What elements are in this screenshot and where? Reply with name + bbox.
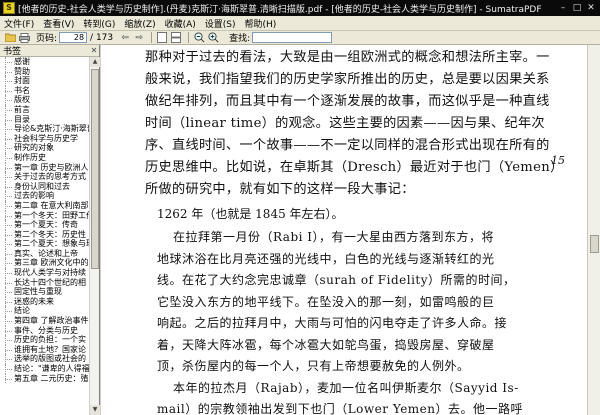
bookmark-item[interactable]: 第四章 了解政治事件 (0, 316, 90, 326)
scroll-down-icon[interactable]: ▼ (90, 405, 100, 415)
window-title: [他者的历史-社会人类学与历史制作].(丹麦)克斯汀·海斯翠普.清晰扫描版.pd… (18, 4, 542, 15)
bookmark-item[interactable]: 谁拥有土地？国家论 (0, 344, 90, 355)
menu-settings[interactable]: 设置(S) (205, 17, 236, 30)
menu-favorites[interactable]: 收藏(A) (165, 17, 196, 30)
bookmark-item[interactable]: 固定性与重现 (0, 287, 90, 297)
quoted-block: 1262 年（也就是 1845 年左右）。 在拉拜第一月份（Rabi I），有一… (157, 204, 547, 415)
sidebar-scroll-thumb[interactable] (91, 69, 99, 269)
document-scrollbar[interactable] (587, 45, 600, 415)
bookmark-item[interactable]: 制作历史 (0, 152, 90, 163)
quote-line: 本年的拉杰月（Rajab），麦加一位名叫伊斯麦尔（Sayyid Is- (173, 380, 519, 395)
bookmark-item[interactable]: 迷惑的未来 (0, 296, 90, 307)
sidebar-header: 书签 ✕ (0, 45, 99, 57)
menu-view[interactable]: 查看(V) (43, 17, 74, 30)
page-number-input[interactable] (59, 32, 88, 43)
document-page: 那种对于过去的看法，大致是由一组欧洲式的概念和想法所主宰。一 般来说，我们指望我… (101, 45, 587, 415)
text-line: 那种对于过去的看法，大致是由一组欧洲式的概念和想法所主宰。一 (145, 50, 550, 65)
quote-line: 顶，杀伤屋内的每一个人，只有上帝想要赦免的人例外。 (157, 359, 470, 373)
bookmark-item[interactable]: 第二个冬天：历史性 (0, 229, 90, 240)
bookmark-item[interactable]: 前言 (0, 104, 90, 115)
bookmark-tree: 感谢 赞助 封面 书名 版权 前言 目录 导论&克斯汀·海斯翠普 社会科学与历史… (0, 57, 90, 415)
menu-goto[interactable]: 转到(G) (83, 17, 115, 30)
continuous-icon[interactable] (170, 32, 182, 44)
quote-line: 响起。之后的拉拜月中，大雨与可怕的闪电夺走了许多人命。接 (157, 316, 508, 330)
bookmark-item[interactable]: 身份认同和过去 (0, 181, 90, 192)
zoom-in-icon[interactable] (207, 32, 219, 44)
body-paragraph: 那种对于过去的看法，大致是由一组欧洲式的概念和想法所主宰。一 般来说，我们指望我… (145, 47, 564, 201)
text-line: 历史思维中。比如说，在卓斯其（Dresch）最近对于也门（Yemen） (145, 160, 564, 175)
next-page-icon[interactable]: ⇨ (133, 32, 145, 44)
quote-date-heading: 1262 年（也就是 1845 年左右）。 (157, 207, 344, 221)
bookmark-item[interactable]: 长达十四个世纪的相 (0, 277, 90, 288)
bookmark-item[interactable]: 第二个夏天：想象与现实 (0, 239, 90, 249)
bookmark-item[interactable]: 第一个冬天：田野工作 (0, 210, 90, 221)
page-label: 页码: (36, 34, 58, 44)
bookmark-item[interactable]: 过去的影响 (0, 191, 90, 201)
bookmark-item[interactable]: 事件、分类与历史 (0, 325, 90, 336)
quote-line: 在拉拜第一月份（Rabi I），有一大星由西方落到东方，将 (173, 230, 495, 244)
search-label: 查找: (229, 34, 251, 44)
menu-zoom[interactable]: 缩放(Z) (124, 17, 155, 30)
document-scroll-thumb[interactable] (590, 235, 599, 253)
maximize-icon[interactable]: □ (571, 3, 583, 14)
fit-page-icon[interactable] (156, 32, 168, 44)
sidebar-scrollbar[interactable]: ▲ ▼ (89, 57, 100, 415)
quote-line: 线。在花了大约念完忠诚章（surah of Fidelity）所需的时间， (157, 273, 516, 287)
bookmark-item[interactable]: 书名 (0, 85, 90, 96)
toolbar-separator (188, 32, 190, 43)
text-line: 序、直线时间、一个故事——不一定以同样的混合形式出现在所有的 (145, 138, 550, 153)
menu-bar: 文件(F) 查看(V) 转到(G) 缩放(Z) 收藏(A) 设置(S) 帮助(H… (0, 16, 600, 31)
open-folder-icon[interactable] (4, 32, 16, 44)
bookmark-item[interactable]: 关于过去的思考方式 (0, 172, 90, 182)
menu-file[interactable]: 文件(F) (4, 17, 34, 30)
scroll-up-icon[interactable]: ▲ (90, 57, 100, 67)
text-line: 般来说，我们指望我们的历史学家所推出的历史，总是要以因果关系 (145, 72, 550, 87)
close-icon[interactable]: ✕ (585, 3, 597, 14)
quote-line: 它坠没入东方的地平线下。在坠没入的那一刻，如雷鸣般的巨 (157, 294, 495, 309)
page-number: 15 (551, 154, 565, 167)
bookmark-item[interactable]: 现代人类学与对持续 (0, 268, 90, 278)
title-bar: S [他者的历史-社会人类学与历史制作].(丹麦)克斯汀·海斯翠普.清晰扫描版.… (0, 0, 600, 16)
print-icon[interactable] (18, 32, 30, 44)
bookmark-item[interactable]: 目录 (0, 114, 90, 125)
sidebar-title: 书签 (3, 47, 22, 57)
bookmark-item[interactable]: 感谢 (0, 57, 90, 67)
search-input[interactable] (252, 32, 333, 43)
bookmarks-sidebar: 书签 ✕ 感谢 赞助 封面 书名 版权 前言 目录 导论&克斯汀·海斯翠普 社会… (0, 45, 100, 415)
text-line: 所做的研究中，就有如下的这样一段大事记： (145, 182, 415, 197)
bookmark-item[interactable]: 导论&克斯汀·海斯翠普 (0, 124, 90, 134)
page-total: / 173 (90, 32, 114, 43)
bookmark-item[interactable]: 封面 (0, 76, 90, 86)
quote-line: 着，天降大阵冰雹，每个冰雹大如鸵鸟蛋，捣毁房屋、穿破屋 (157, 337, 495, 352)
bookmark-item[interactable]: 研究的对象 (0, 143, 90, 153)
bookmark-item[interactable]: 社会科学与历史学 (0, 133, 90, 144)
minimize-icon[interactable]: – (557, 3, 569, 14)
bookmark-item[interactable]: 结论 (0, 306, 90, 316)
bookmark-item[interactable]: 第二章 在意大利南部 (0, 200, 90, 211)
bookmark-item[interactable]: 结论："谦卑的人得福" (0, 364, 90, 374)
toolbar: 页码: / 173 ⇦ ⇨ 查找: (0, 31, 600, 45)
bookmark-item[interactable]: 版权 (0, 95, 90, 105)
zoom-out-icon[interactable] (193, 32, 205, 44)
quote-line: mail）的宗教领袖出发到下也门（Lower Yemen）去。他一路呼 (157, 402, 524, 415)
prev-page-icon[interactable]: ⇦ (119, 32, 131, 44)
bookmark-item[interactable]: 真实、论述和上帝 (0, 248, 90, 259)
bookmark-item[interactable]: 第五章 二元历史：殖 (0, 373, 90, 384)
quote-line: 地球沐浴在比月亮还强的光线中，白色的光线与逐渐转红的光 (157, 251, 495, 266)
bookmark-item[interactable]: 第一个夏天：传奇 (0, 220, 90, 230)
close-icon[interactable]: ✕ (89, 46, 99, 55)
toolbar-separator (151, 32, 153, 43)
bookmark-item[interactable]: 第一章 历史与欧洲人 (0, 162, 90, 173)
bookmark-item[interactable]: 选举的版图或社会的 (0, 354, 90, 364)
text-line: 做纪年排列，而且其中有一个逐渐发展的故事，而这似乎是一种直线 (145, 94, 550, 109)
menu-help[interactable]: 帮助(H) (245, 17, 277, 30)
sumatra-icon: S (3, 2, 15, 14)
bookmark-item[interactable]: 赞助 (0, 66, 90, 77)
text-line: 时间（linear time）的观念。这些主要的因素——因与果、纪年次 (145, 116, 545, 131)
bookmark-item[interactable]: 第三章 欧洲文化中的 (0, 258, 90, 268)
bookmark-item[interactable]: 历史的负担：一个实 (0, 335, 90, 345)
